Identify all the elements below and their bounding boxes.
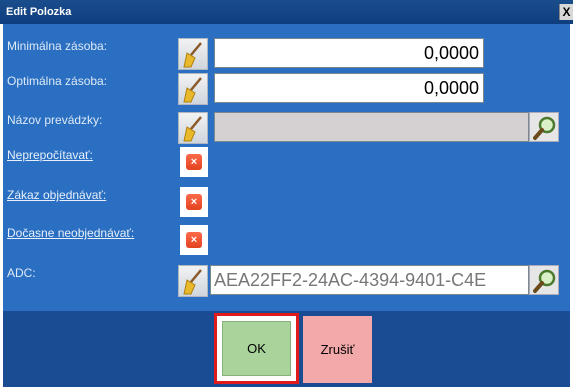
broom-icon[interactable] (178, 112, 208, 144)
broom-icon[interactable] (178, 73, 208, 105)
form-panel: Minimálna zásoba: 0,0000 Optimálna zásob… (3, 24, 570, 311)
close-button[interactable]: X (559, 4, 573, 20)
temp-no-order-label[interactable]: Dočasne neobjednávať: (7, 226, 134, 240)
x-icon: × (186, 232, 202, 248)
broom-icon[interactable] (178, 265, 208, 297)
adc-label: ADC: (7, 266, 36, 280)
title-bar: Edit Polozka X (0, 0, 573, 24)
min-stock-label: Minimálna zásoba: (7, 39, 108, 53)
broom-icon[interactable] (178, 38, 208, 70)
ok-button-highlight: OK (214, 313, 299, 384)
order-ban-checkbox[interactable]: × (180, 187, 208, 217)
opt-stock-label: Optimálna zásoba: (7, 74, 108, 88)
ok-button[interactable]: OK (222, 321, 291, 376)
min-stock-input[interactable]: 0,0000 (214, 38, 484, 68)
x-icon: × (186, 194, 202, 210)
store-name-input[interactable] (214, 112, 529, 142)
no-recalc-label[interactable]: Neprepočítavať: (7, 148, 93, 162)
cancel-button[interactable]: Zrušiť (303, 316, 372, 383)
opt-stock-input[interactable]: 0,0000 (214, 73, 484, 103)
no-recalc-checkbox[interactable]: × (180, 147, 208, 177)
adc-input[interactable]: AEA22FF2-24AC-4394-9401-C4E (210, 265, 529, 295)
x-icon: × (186, 154, 202, 170)
search-icon[interactable] (529, 112, 559, 142)
window-title: Edit Polozka (6, 6, 72, 18)
order-ban-label[interactable]: Zákaz objednávať: (7, 188, 106, 202)
search-icon[interactable] (529, 265, 559, 295)
temp-no-order-checkbox[interactable]: × (180, 225, 208, 255)
store-name-label: Názov prevádzky: (7, 113, 103, 127)
edit-dialog: Edit Polozka X Minimálna zásoba: 0,0000 … (0, 0, 573, 387)
